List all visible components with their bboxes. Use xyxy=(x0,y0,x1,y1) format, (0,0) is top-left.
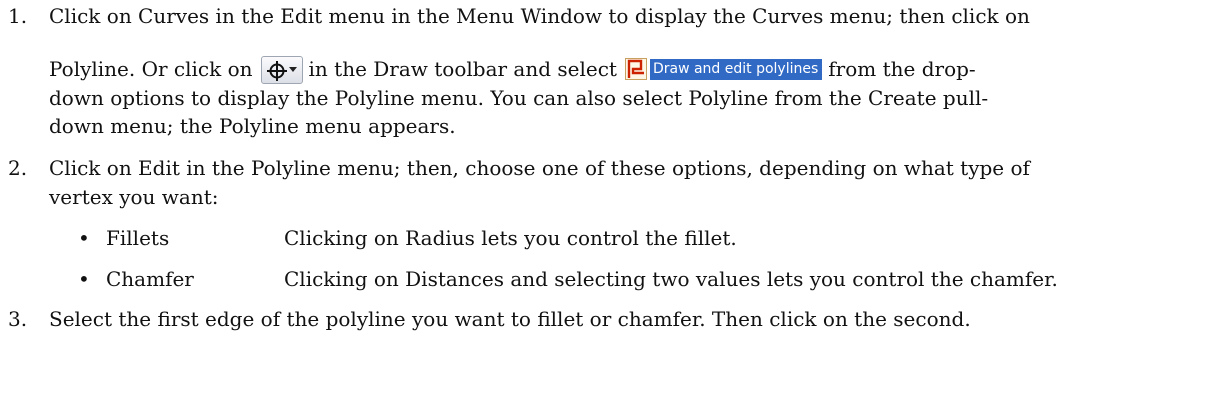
step-number: 1. xyxy=(8,4,28,28)
step-text: from the drop- xyxy=(828,57,976,81)
dropdown-option-label: Draw and edit polylines xyxy=(649,58,823,80)
crosshair-circle-icon xyxy=(266,61,287,81)
step-text: down menu; the Polyline menu appears. xyxy=(49,114,456,138)
draw-and-edit-polylines-option[interactable]: Draw and edit polylines xyxy=(624,58,823,80)
bullet: • xyxy=(78,226,90,250)
step-text: in the Draw toolbar and select xyxy=(308,57,617,81)
draw-toolbar-button[interactable] xyxy=(260,56,303,84)
dropdown-arrow-icon xyxy=(288,67,297,72)
step-text: Click on Curves in the Edit menu in the … xyxy=(49,4,1030,28)
option-description: Clicking on Radius lets you control the … xyxy=(284,226,737,250)
option-term: Chamfer xyxy=(106,267,194,291)
step-text: Click on Edit in the Polyline menu; then… xyxy=(49,156,1030,180)
step-text: vertex you want: xyxy=(49,185,219,209)
option-term: Fillets xyxy=(106,226,170,250)
step-text: down options to display the Polyline men… xyxy=(49,86,989,110)
step-number: 3. xyxy=(8,307,28,331)
polyline-icon xyxy=(624,58,647,80)
step-text: Polyline. Or click on xyxy=(49,57,253,81)
option-description: Clicking on Distances and selecting two … xyxy=(284,267,1058,291)
step-text: Select the first edge of the polyline yo… xyxy=(49,307,971,331)
step-number: 2. xyxy=(8,156,28,180)
bullet: • xyxy=(78,267,90,291)
